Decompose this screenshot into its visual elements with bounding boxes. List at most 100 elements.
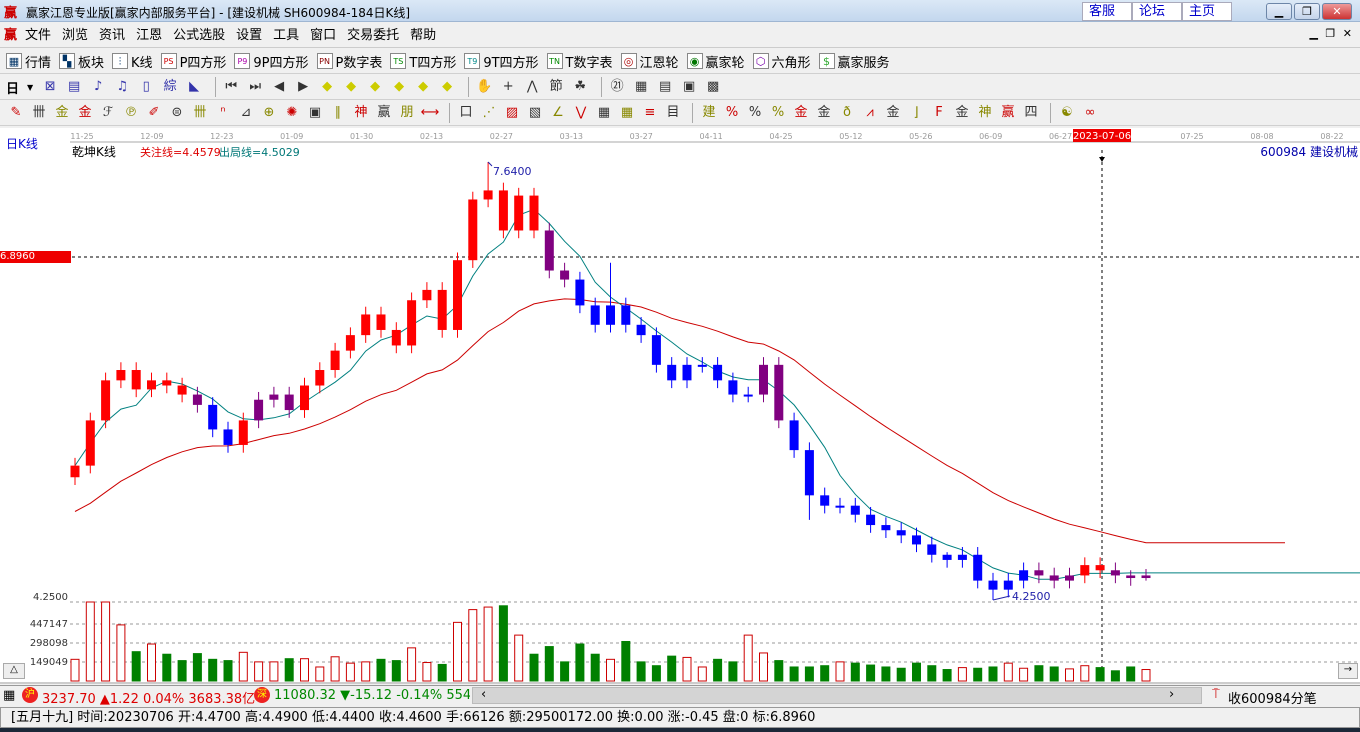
kline-chart-area[interactable]: 11-25 12-09 12-23 01-09 01-30 02-13 02-27 03-13… (0, 128, 1360, 684)
export-icon[interactable]: ▩ (704, 78, 722, 96)
candle-body[interactable] (1110, 570, 1120, 576)
triangle-icon[interactable]: ⊿ (236, 104, 256, 122)
mdi-controls[interactable]: ▁ ❐ ✕ (1309, 27, 1354, 40)
candle-body[interactable] (804, 450, 814, 496)
candle-body[interactable] (988, 580, 998, 590)
indicator9-icon[interactable]: ♫ (113, 78, 131, 96)
candle-body[interactable] (774, 364, 784, 421)
percent-lines-icon[interactable]: % (768, 104, 788, 122)
angle-icon[interactable]: ∠ (548, 104, 568, 122)
scroll-right-icon[interactable]: › (1169, 687, 1174, 702)
candle-body[interactable] (498, 190, 508, 231)
candle-body[interactable] (131, 370, 141, 390)
draw-icon[interactable]: ⋀ (523, 78, 541, 96)
candle-body[interactable] (391, 329, 401, 346)
wave-icon[interactable]: ⋁ (571, 104, 591, 122)
customer-service-link[interactable]: 客服 (1082, 2, 1132, 21)
yinyang-icon[interactable]: ☯ (1057, 104, 1077, 122)
notes-icon[interactable]: ▤ (65, 78, 83, 96)
candle-body[interactable] (575, 279, 585, 306)
target-icon[interactable]: ⊕ (259, 104, 279, 122)
candle-body[interactable] (1126, 575, 1136, 579)
candle-body[interactable] (223, 429, 233, 445)
lines-icon[interactable]: 卌 (29, 104, 49, 122)
table2-icon[interactable]: 目 (663, 104, 683, 122)
crosshair-icon[interactable]: + (499, 78, 517, 96)
n2-icon[interactable]: ⁿ (213, 104, 233, 122)
menu-item-2[interactable]: 资讯 (99, 28, 125, 43)
four-icon[interactable]: 四 (1021, 104, 1041, 122)
horizontal-scrollbar[interactable]: ‹ › (472, 687, 1202, 704)
candle-body[interactable] (912, 535, 921, 545)
chart-type-icon[interactable]: ⊠ (41, 78, 59, 96)
toolbar-button-pn[interactable]: PN P数字表 (316, 52, 382, 71)
save-icon[interactable]: ▣ (680, 78, 698, 96)
box-icon[interactable]: 口 (456, 104, 476, 122)
candle-body[interactable] (345, 335, 355, 351)
menu-item-6[interactable]: 工具 (273, 28, 299, 43)
arc-icon[interactable]: ▨ (502, 104, 522, 122)
candle-body[interactable] (697, 364, 707, 367)
jian-icon[interactable]: 建 (699, 104, 719, 122)
fib-icon[interactable]: ℱ (98, 104, 118, 122)
candle-body[interactable] (300, 385, 309, 411)
candle-body[interactable] (361, 314, 371, 336)
candle-body[interactable] (407, 300, 417, 346)
toolbar-button-ts[interactable]: TS T四方形 (390, 52, 456, 71)
candle-body[interactable] (254, 399, 264, 421)
toolbar-button-tn[interactable]: TN T数字表 (546, 52, 613, 71)
shrink-icon[interactable]: ◆ (438, 78, 456, 96)
ab-icon[interactable]: ⩘ (860, 104, 880, 122)
candle-body[interactable] (667, 364, 677, 381)
candle-body[interactable] (437, 289, 447, 330)
shrink-h-icon[interactable]: ◆ (390, 78, 408, 96)
hatched-icon[interactable]: ▧ (525, 104, 545, 122)
menu-item-5[interactable]: 设置 (236, 28, 262, 43)
gold1-icon[interactable]: 金 (52, 104, 72, 122)
menu-item-9[interactable]: 帮助 (410, 28, 436, 43)
candle-body[interactable] (1003, 580, 1013, 590)
gold3-icon[interactable]: 金 (883, 104, 903, 122)
toolbar-button-ps[interactable]: PS P四方形 (160, 52, 226, 71)
candle-body[interactable] (1049, 575, 1059, 581)
candle-body[interactable] (85, 420, 95, 466)
candle-body[interactable] (927, 544, 937, 555)
candle-body[interactable] (453, 260, 462, 330)
candle-body[interactable] (957, 554, 967, 560)
candle-icon[interactable]: ▯ (137, 78, 155, 96)
arrow-left-diamond-icon[interactable]: ◆ (318, 78, 336, 96)
percent-line-icon[interactable]: % (722, 104, 742, 122)
lines2-icon[interactable]: ≡ (640, 104, 660, 122)
candle-body[interactable] (238, 420, 248, 445)
report-icon[interactable]: ▤ (656, 78, 674, 96)
toolbar-button-hexagon[interactable]: ⬡ 六角形 (752, 52, 811, 71)
expand-up-button[interactable]: △ (3, 663, 25, 679)
histogram-icon[interactable]: ◣ (185, 78, 203, 96)
candle-body[interactable] (759, 364, 768, 395)
candle-body[interactable] (192, 394, 202, 405)
candle-body[interactable] (1095, 565, 1105, 571)
ying-icon[interactable]: 赢 (374, 104, 394, 122)
arrow-right-diamond-icon[interactable]: ◆ (342, 78, 360, 96)
candle-body[interactable] (422, 289, 432, 301)
forum-link[interactable]: 论坛 (1132, 2, 1182, 21)
candle-body[interactable] (101, 380, 111, 421)
grid-icon[interactable]: 朋 (397, 104, 417, 122)
candle-body[interactable] (789, 420, 799, 451)
candle-body[interactable] (713, 364, 723, 381)
indicator3-icon[interactable]: ♪ (89, 78, 107, 96)
candle-body[interactable] (743, 394, 753, 397)
candle-body[interactable] (529, 195, 539, 231)
chevron-down-icon[interactable]: ▼ (27, 83, 33, 92)
candle-body[interactable] (177, 385, 187, 395)
candle-body[interactable] (866, 514, 876, 526)
candle-body[interactable] (1080, 565, 1090, 576)
hand-icon[interactable]: ✋ (475, 78, 493, 96)
circle-icon[interactable]: ⊜ (167, 104, 187, 122)
close-button[interactable]: ✕ (1322, 3, 1352, 20)
candle-body[interactable] (514, 195, 524, 231)
gold-coin-icon[interactable]: 金 (791, 104, 811, 122)
toolbar-button-p9[interactable]: P9 9P四方形 (234, 52, 309, 71)
homepage-link[interactable]: 主页 (1182, 2, 1232, 21)
menu-item-4[interactable]: 公式选股 (173, 28, 225, 43)
